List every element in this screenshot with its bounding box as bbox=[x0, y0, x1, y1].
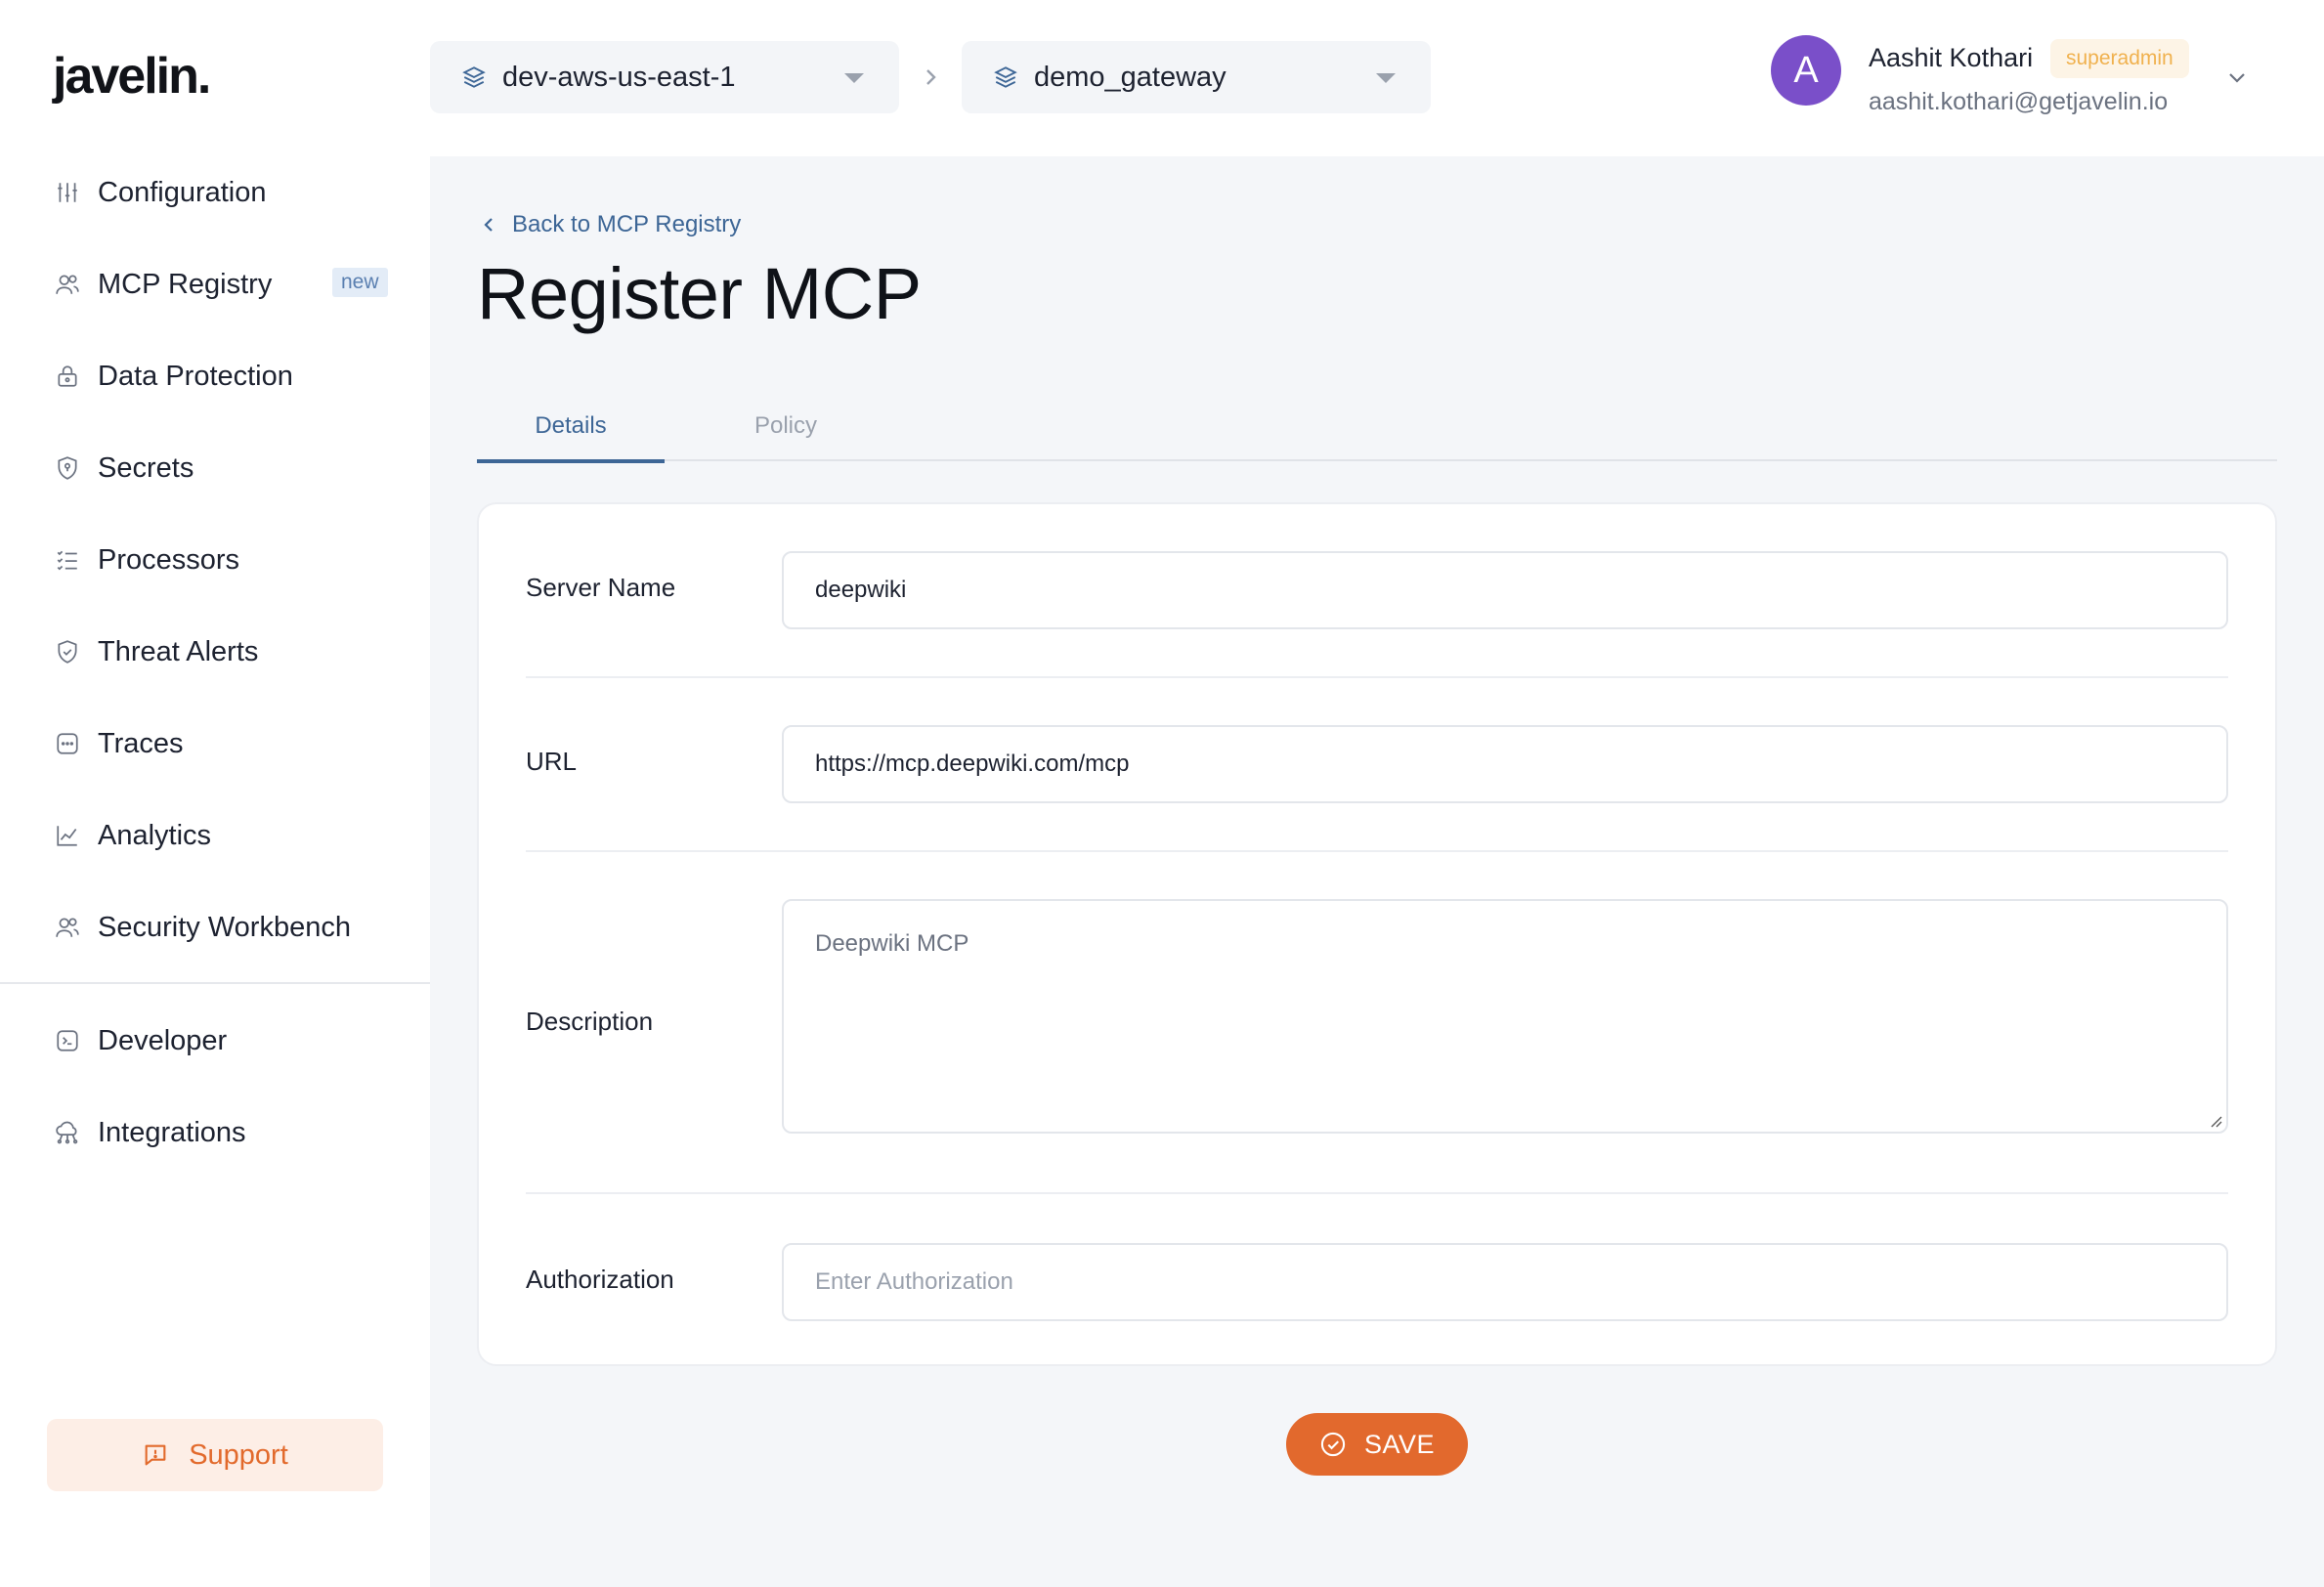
chat-alert-icon bbox=[145, 1444, 166, 1466]
back-link-label: Back to MCP Registry bbox=[512, 211, 742, 237]
sidebar-item-analytics[interactable]: Analytics bbox=[0, 790, 430, 881]
sidebar-item-label: Traces bbox=[98, 727, 184, 759]
description-textarea[interactable]: Deepwiki MCP bbox=[782, 899, 2228, 1134]
user-email: aashit.kothari@getjavelin.io bbox=[1869, 88, 2169, 115]
user-name: Aashit Kothari bbox=[1869, 43, 2034, 72]
users-icon bbox=[55, 272, 80, 297]
server-name-input[interactable]: deepwiki bbox=[782, 551, 2228, 629]
sidebar: javelin. Configuration MCP Registry new … bbox=[0, 0, 430, 1587]
form-divider bbox=[526, 676, 2228, 678]
form-divider bbox=[526, 850, 2228, 852]
sidebar-item-label: Data Protection bbox=[98, 360, 293, 392]
sidebar-item-threat-alerts[interactable]: Threat Alerts bbox=[0, 606, 430, 698]
chevron-down-icon[interactable] bbox=[2224, 64, 2250, 90]
chevron-left-icon bbox=[484, 218, 493, 232]
save-label: SAVE bbox=[1363, 1429, 1436, 1459]
sidebar-divider bbox=[0, 982, 430, 984]
url-label: URL bbox=[526, 747, 578, 776]
form-divider bbox=[526, 1192, 2228, 1194]
sidebar-item-data-protection[interactable]: Data Protection bbox=[0, 330, 430, 422]
lock-icon bbox=[55, 364, 80, 389]
new-badge: new bbox=[332, 268, 388, 297]
sidebar-item-label: Processors bbox=[98, 543, 240, 576]
sidebar-item-label: Analytics bbox=[98, 819, 212, 851]
sidebar-item-label: Security Workbench bbox=[98, 911, 351, 943]
avatar[interactable]: A bbox=[1771, 35, 1841, 106]
caret-down-icon bbox=[844, 73, 864, 83]
page-title: Register MCP bbox=[477, 253, 922, 334]
gateway-value: demo_gateway bbox=[1034, 61, 1227, 93]
sidebar-item-developer[interactable]: Developer bbox=[0, 995, 430, 1087]
caret-down-icon bbox=[1376, 73, 1396, 83]
sidebar-item-traces[interactable]: Traces bbox=[0, 698, 430, 790]
authorization-input[interactable]: Enter Authorization bbox=[782, 1243, 2228, 1321]
save-button[interactable]: SAVE bbox=[1286, 1413, 1468, 1476]
sidebar-item-label: MCP Registry bbox=[98, 268, 273, 300]
sidebar-item-security-workbench[interactable]: Security Workbench bbox=[0, 881, 430, 973]
shield-check-icon bbox=[55, 639, 80, 665]
sidebar-item-configuration[interactable]: Configuration bbox=[0, 147, 430, 238]
checklist-icon bbox=[55, 547, 80, 573]
sidebar-item-processors[interactable]: Processors bbox=[0, 514, 430, 606]
sidebar-nav: Configuration MCP Registry new Data Prot… bbox=[0, 147, 430, 973]
sidebar-item-label: Integrations bbox=[98, 1116, 246, 1148]
role-badge: superadmin bbox=[2050, 39, 2189, 78]
dots-square-icon bbox=[55, 731, 80, 756]
register-mcp-form: Server Name deepwiki URL https://mcp.dee… bbox=[477, 502, 2277, 1366]
sidebar-item-mcp-registry[interactable]: MCP Registry new bbox=[0, 238, 430, 330]
shield-key-icon bbox=[55, 455, 80, 481]
support-label: Support bbox=[189, 1438, 288, 1471]
cloud-network-icon bbox=[55, 1120, 80, 1145]
terminal-icon bbox=[55, 1028, 80, 1053]
authorization-label: Authorization bbox=[526, 1265, 674, 1294]
sidebar-item-label: Developer bbox=[98, 1024, 228, 1056]
sidebar-secondary-nav: Developer Integrations bbox=[0, 995, 430, 1179]
environment-value: dev-aws-us-east-1 bbox=[502, 61, 736, 93]
chevron-right-icon bbox=[926, 69, 936, 85]
server-name-label: Server Name bbox=[526, 573, 676, 602]
support-button[interactable]: Support bbox=[47, 1419, 383, 1491]
tab-details[interactable]: Details bbox=[477, 407, 665, 463]
sidebar-item-secrets[interactable]: Secrets bbox=[0, 422, 430, 514]
tab-policy[interactable]: Policy bbox=[692, 407, 880, 461]
sidebar-item-integrations[interactable]: Integrations bbox=[0, 1087, 430, 1179]
layers-icon bbox=[994, 66, 1017, 88]
sidebar-item-label: Secrets bbox=[98, 451, 194, 484]
check-circle-icon bbox=[1320, 1432, 1346, 1457]
main-content: Back to MCP Registry Register MCP Detail… bbox=[430, 156, 2324, 1587]
environment-selector[interactable]: dev-aws-us-east-1 bbox=[430, 41, 899, 113]
sidebar-item-label: Configuration bbox=[98, 176, 267, 208]
sliders-icon bbox=[55, 180, 80, 205]
users-icon bbox=[55, 915, 80, 940]
resize-handle-icon[interactable] bbox=[2209, 1114, 2222, 1128]
back-to-mcp-registry-link[interactable]: Back to MCP Registry bbox=[481, 211, 741, 238]
tab-bar: Details Policy bbox=[477, 407, 2277, 463]
description-value: Deepwiki MCP bbox=[815, 930, 969, 957]
gateway-selector[interactable]: demo_gateway bbox=[962, 41, 1431, 113]
chart-line-icon bbox=[55, 823, 80, 848]
url-input[interactable]: https://mcp.deepwiki.com/mcp bbox=[782, 725, 2228, 803]
description-label: Description bbox=[526, 1007, 654, 1036]
sidebar-item-label: Threat Alerts bbox=[98, 635, 259, 667]
javelin-logo[interactable]: javelin. bbox=[53, 47, 211, 106]
layers-icon bbox=[462, 66, 486, 88]
